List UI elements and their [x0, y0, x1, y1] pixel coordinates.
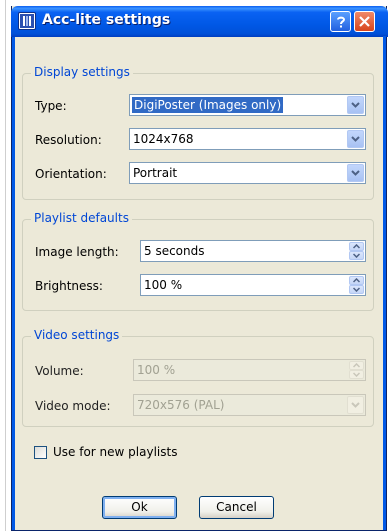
image-length-label: Image length:: [35, 245, 119, 259]
app-logo-icon: [18, 12, 36, 30]
video-mode-label: Video mode:: [35, 399, 111, 413]
window-title: Acc-lite settings: [42, 12, 171, 28]
type-label: Type:: [35, 99, 67, 113]
spin-up-icon[interactable]: [349, 276, 364, 285]
playlist-defaults-group: Playlist defaults Image length: 5 second…: [22, 211, 374, 311]
type-value: DigiPoster (Images only): [132, 97, 284, 113]
use-for-new-playlists-label[interactable]: Use for new playlists: [53, 445, 177, 459]
orientation-select[interactable]: Portrait: [129, 162, 366, 184]
chevron-down-icon[interactable]: [347, 396, 364, 414]
close-icon[interactable]: [354, 11, 375, 32]
volume-value: 100 %: [137, 363, 176, 377]
brightness-value: 100 %: [144, 278, 183, 292]
chevron-down-icon[interactable]: [347, 96, 364, 114]
video-settings-title: Video settings: [31, 328, 123, 342]
volume-label: Volume:: [35, 364, 84, 378]
spin-down-icon[interactable]: [349, 251, 364, 260]
background-window-edge: [0, 0, 6, 531]
spin-down-icon[interactable]: [349, 285, 364, 294]
resolution-label: Resolution:: [35, 133, 102, 147]
spin-down-icon[interactable]: [349, 370, 364, 379]
brightness-stepper[interactable]: 100 %: [140, 274, 366, 296]
chevron-down-icon[interactable]: [347, 164, 364, 182]
video-settings-group: Video settings Volume: 100 % Video mode:…: [22, 328, 374, 427]
ok-button[interactable]: Ok: [102, 496, 177, 519]
playlist-defaults-title: Playlist defaults: [31, 211, 132, 225]
display-settings-group: Display settings Type: DigiPoster (Image…: [22, 65, 374, 200]
title-bar[interactable]: Acc-lite settings: [11, 6, 388, 37]
brightness-label: Brightness:: [35, 279, 103, 293]
resolution-select[interactable]: 1024x768: [129, 128, 366, 150]
volume-stepper[interactable]: 100 %: [133, 359, 366, 381]
video-mode-select[interactable]: 720x576 (PAL): [133, 394, 366, 416]
type-select[interactable]: DigiPoster (Images only): [129, 94, 366, 116]
spin-up-icon[interactable]: [349, 242, 364, 251]
resolution-value: 1024x768: [133, 132, 194, 146]
video-mode-value: 720x576 (PAL): [137, 398, 225, 412]
help-icon[interactable]: [330, 11, 351, 32]
settings-dialog: Acc-lite settings Display settings Type:…: [11, 6, 388, 531]
cancel-button[interactable]: Cancel: [199, 496, 274, 519]
orientation-value: Portrait: [133, 166, 178, 180]
use-for-new-playlists-checkbox[interactable]: [34, 446, 47, 459]
display-settings-title: Display settings: [31, 65, 133, 79]
chevron-down-icon[interactable]: [347, 130, 364, 148]
image-length-value: 5 seconds: [144, 244, 205, 258]
orientation-label: Orientation:: [35, 167, 107, 181]
spin-up-icon[interactable]: [349, 361, 364, 370]
image-length-stepper[interactable]: 5 seconds: [140, 240, 366, 262]
